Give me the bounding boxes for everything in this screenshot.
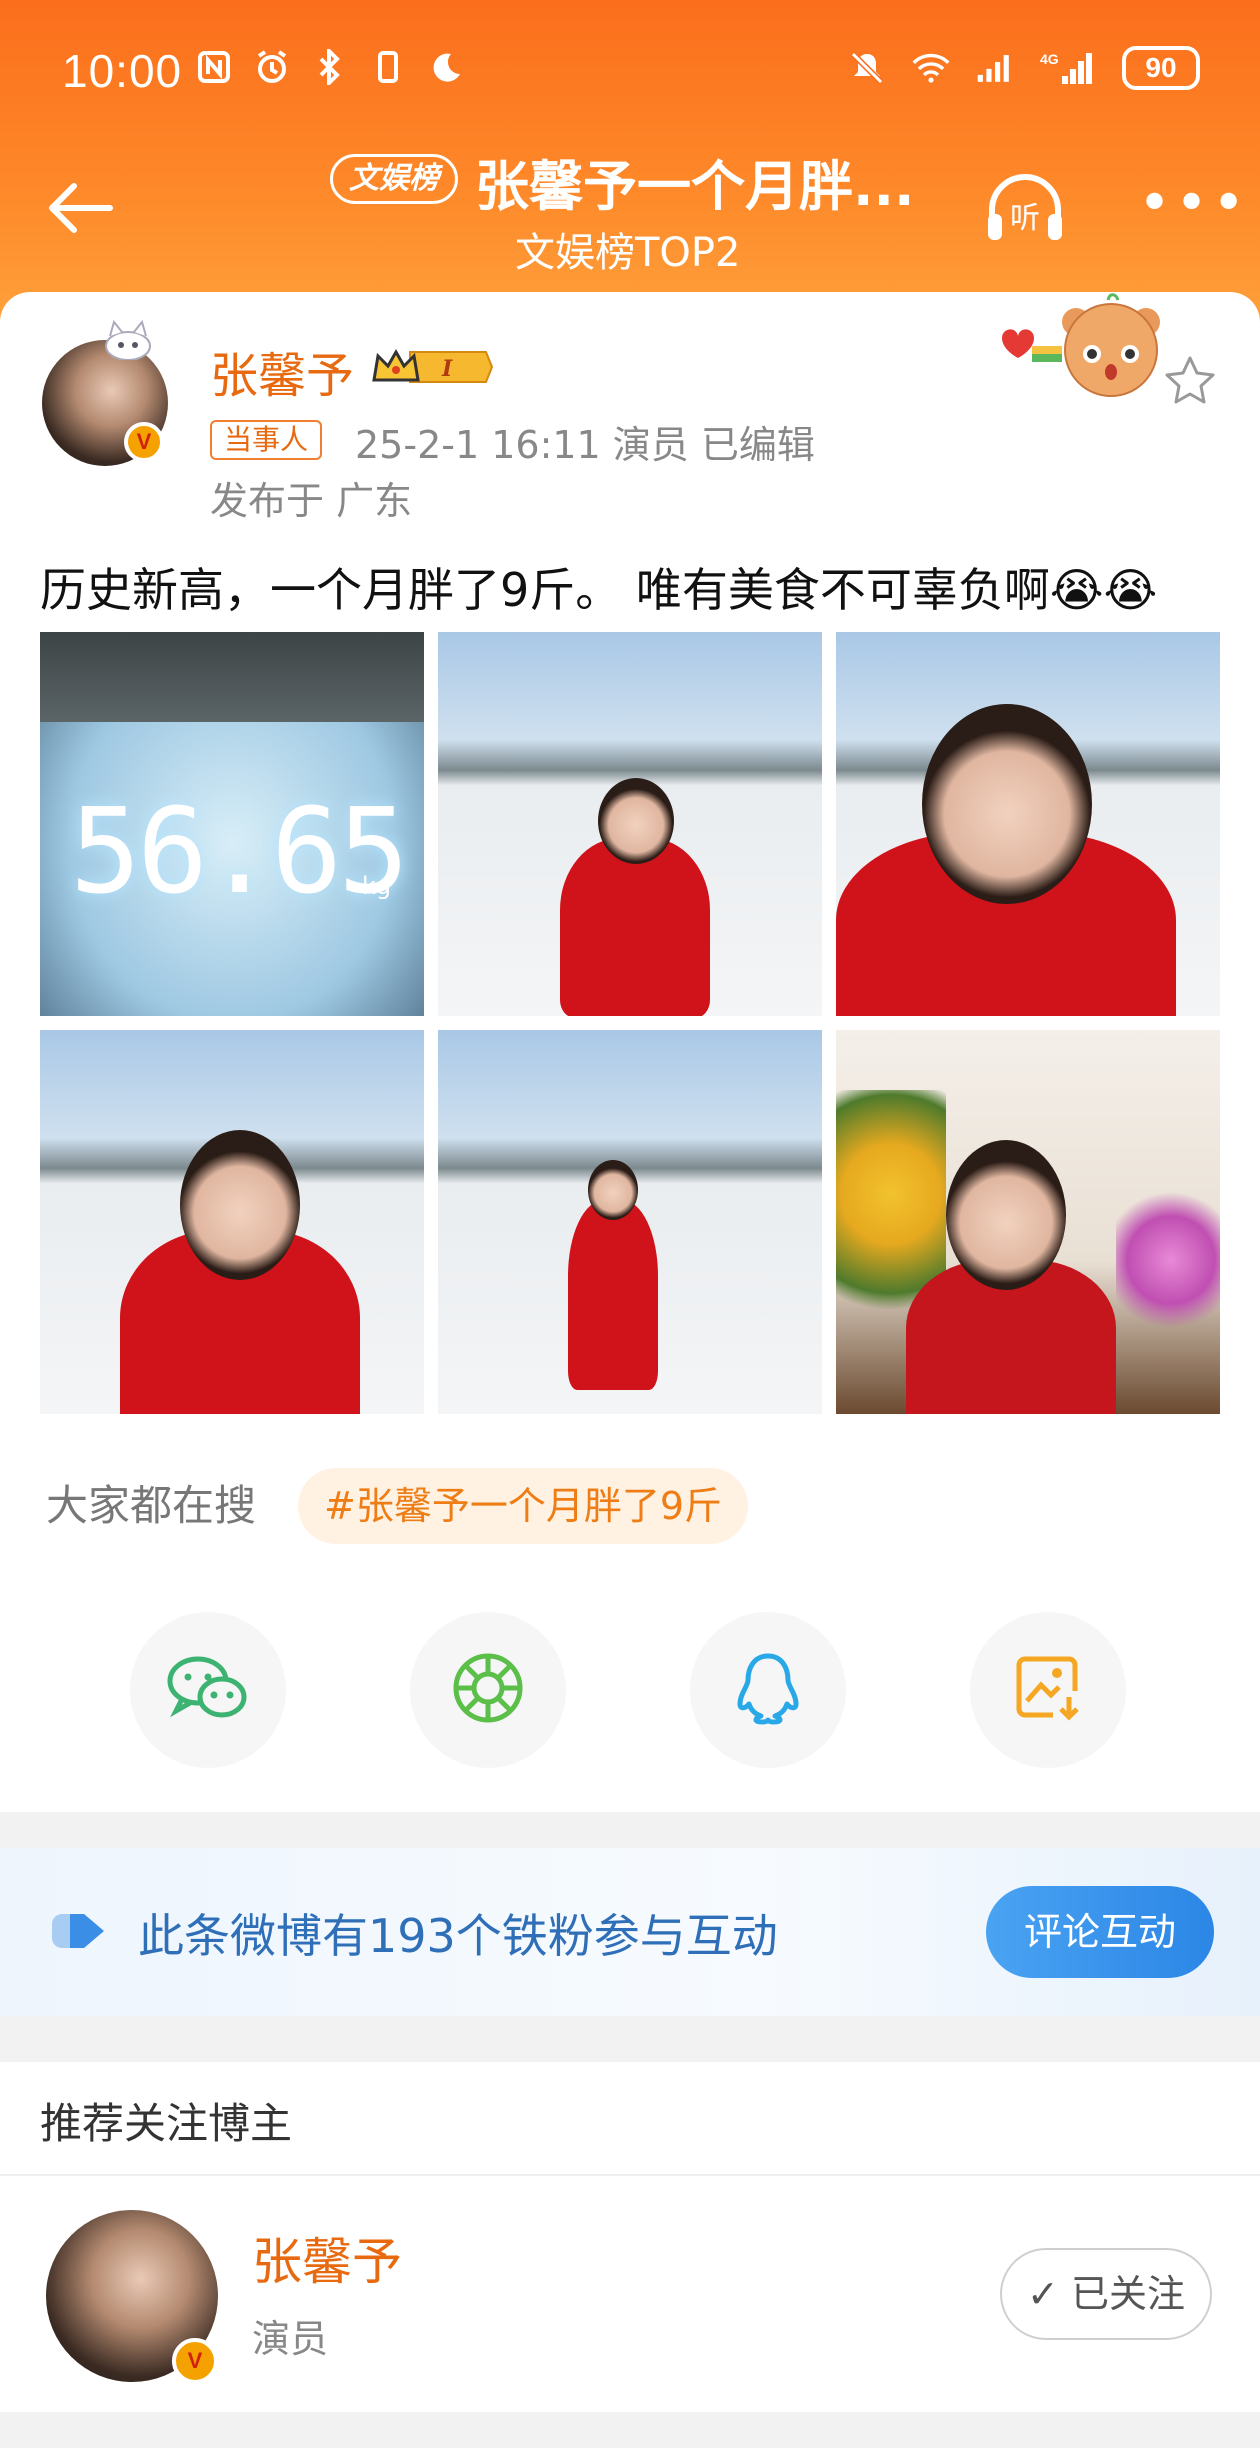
listen-headphone-icon[interactable]: 听	[982, 168, 1068, 248]
battery-indicator: 90	[1122, 46, 1200, 90]
moon-icon	[427, 48, 465, 86]
fans-indicator-icon	[50, 1910, 110, 1952]
nav-bar: 文娱榜 张馨予一个月胖... 文娱榜TOP2 听 •••	[0, 140, 1260, 280]
photo-ski-4[interactable]	[438, 1030, 822, 1414]
photo-ski-3[interactable]	[40, 1030, 424, 1414]
vibrate-icon	[369, 48, 407, 86]
hot-search-label: 大家都在搜	[46, 1481, 257, 1530]
author-name[interactable]: 张馨予	[210, 336, 354, 406]
svg-text:I: I	[441, 356, 453, 382]
wifi-icon	[912, 49, 950, 87]
post-meta: 25-2-1 16:11 演员 已编辑	[355, 423, 815, 467]
verified-badge-icon: V	[124, 422, 164, 462]
photo-grid: 56.65 kg	[40, 632, 1220, 1422]
fans-interaction-banner: 此条微博有193个铁粉参与互动 评论互动	[0, 1848, 1260, 2016]
signal-icon	[976, 49, 1014, 87]
scale-unit: kg	[362, 872, 392, 900]
save-image-button[interactable]	[970, 1612, 1126, 1768]
scale-reading: 56.65	[70, 782, 409, 920]
topic-category-tag: 文娱榜	[330, 154, 458, 204]
wechat-icon	[166, 1653, 250, 1727]
divider	[0, 2174, 1260, 2176]
verified-badge-icon: V	[172, 2338, 218, 2384]
following-button[interactable]: ✓ 已关注	[1000, 2248, 1212, 2340]
share-qq-button[interactable]	[690, 1612, 846, 1768]
comment-interact-button[interactable]: 评论互动	[986, 1886, 1214, 1978]
back-arrow-icon[interactable]	[40, 168, 120, 248]
photo-flowers[interactable]	[836, 1030, 1220, 1414]
cat-pendant-icon	[100, 319, 156, 361]
svg-text:听: 听	[1010, 201, 1040, 236]
post-text: 历史新高，一个月胖了9斤。 唯有美食不可辜负啊😭😭	[40, 563, 1158, 617]
post-location: 发布于 广东	[210, 479, 413, 523]
bear-decoration-icon[interactable]	[996, 292, 1176, 412]
share-wechat-button[interactable]	[130, 1612, 286, 1768]
star-favorite-icon[interactable]	[1160, 352, 1220, 412]
recommend-name[interactable]: 张馨予	[252, 2222, 402, 2294]
post-card: V 张馨予 I 当事人 25-2-1 16:11 演员 已编辑 发布于 广东 历…	[0, 292, 1260, 1812]
mute-icon	[848, 49, 886, 87]
svg-text:4G: 4G	[1040, 51, 1059, 67]
share-moments-button[interactable]	[410, 1612, 566, 1768]
signal-4g-icon: 4G	[1040, 49, 1096, 87]
header: 10:00 4G 90 文娱榜 张馨予一个月胖... 文娱榜TOP2 听 •••	[0, 0, 1260, 330]
role-tag: 当事人	[210, 420, 323, 460]
moments-icon	[451, 1651, 525, 1729]
recommend-title: 推荐关注博主	[40, 2099, 293, 2148]
page-title: 张馨予一个月胖...	[475, 155, 915, 218]
save-image-icon	[1013, 1653, 1083, 1727]
photo-scale[interactable]: 56.65 kg	[40, 632, 424, 1016]
recommend-section: 推荐关注博主 V 张馨予 演员 ✓ 已关注	[0, 2062, 1260, 2412]
share-row	[0, 1612, 1260, 1772]
qq-icon	[733, 1650, 803, 1730]
status-time: 10:00	[62, 45, 183, 97]
photo-ski-2[interactable]	[836, 632, 1220, 1016]
hot-search-topic[interactable]: #张馨予一个月胖了9斤	[298, 1468, 749, 1544]
fans-interaction-text: 此条微博有193个铁粉参与互动	[138, 1909, 778, 1963]
member-crown-icon[interactable]: I	[370, 346, 494, 388]
bluetooth-icon	[311, 48, 349, 86]
alarm-icon	[253, 48, 291, 86]
nfc-icon	[195, 48, 233, 86]
photo-ski-1[interactable]	[438, 632, 822, 1016]
more-menu-icon[interactable]: •••	[1138, 176, 1249, 232]
recommend-role: 演员	[252, 2317, 329, 2361]
page-subtitle[interactable]: 文娱榜TOP2	[515, 220, 741, 278]
status-bar: 10:00 4G 90	[0, 40, 1260, 104]
